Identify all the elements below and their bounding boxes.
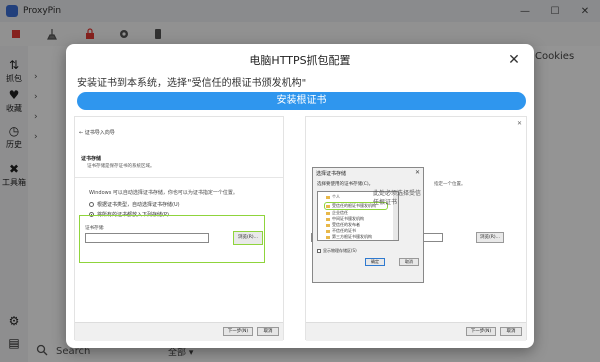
- wizard-screenshot: ← 证书导入向导 证书存储 证书存储是保存证书的系统区域。 Windows 可以…: [74, 116, 284, 341]
- install-root-cert-button[interactable]: 安装根证书: [77, 92, 526, 110]
- ok-button: 确定: [365, 258, 385, 266]
- partial-text: 指定一个位置。: [434, 182, 466, 187]
- wizard-store-subtitle: 证书存储是保存证书的系统区域。: [87, 164, 155, 169]
- wizard-header: ← 证书导入向导: [79, 130, 115, 136]
- close-icon[interactable]: ✕: [506, 52, 522, 68]
- select-store-dialog: 选择证书存储 ✕ 选择要使用的证书存储(C)。 个人 受信任的根证书颁发机构 企…: [312, 167, 424, 283]
- store-note: 此处必须选择受信任根证书: [373, 190, 422, 206]
- tree-item: 第三方根证书颁发机构: [326, 234, 372, 240]
- cert-store-field: [85, 233, 209, 243]
- cancel-button: 取消: [399, 258, 419, 266]
- divider: [75, 177, 283, 178]
- store-dialog-title: 选择证书存储: [316, 171, 347, 177]
- radio-label: 根据证书类型，自动选择证书存储(U): [97, 202, 180, 208]
- close-icon: ✕: [516, 120, 522, 127]
- store-select-screenshot: ✕ 指定一个位置。 浏览(R)... 下一步(N) 取消 选择证书存储 ✕ 选择…: [305, 116, 527, 341]
- close-icon: ✕: [414, 169, 420, 176]
- https-config-dialog: 电脑HTTPS抓包配置 ✕ 安装证书到本系统，选择"受信任的根证书颁发机构" 安…: [66, 44, 534, 348]
- wizard-footer: 下一步(N) 取消: [75, 322, 283, 341]
- browse-button: 浏览(R)...: [233, 231, 263, 245]
- radio-auto-store: 根据证书类型，自动选择证书存储(U): [89, 201, 180, 208]
- wizard-footer: 下一步(N) 取消: [306, 322, 526, 341]
- cert-store-label: 证书存储:: [85, 226, 105, 231]
- store-dialog-subtitle: 选择要使用的证书存储(C)。: [317, 182, 374, 187]
- tree-item: 个人: [326, 194, 340, 200]
- browse-button: 浏览(R)...: [476, 232, 504, 243]
- wizard-instructions: Windows 可以自动选择证书存储，你也可以为证书指定一个位置。: [89, 190, 238, 196]
- next-button: 下一步(N): [223, 327, 253, 336]
- cancel-button: 取消: [500, 327, 522, 336]
- checkbox-label: 显示物理存储区(S): [323, 248, 357, 253]
- cancel-button: 取消: [257, 327, 279, 336]
- next-button: 下一步(N): [466, 327, 496, 336]
- dialog-description: 安装证书到本系统，选择"受信任的根证书颁发机构": [77, 78, 307, 89]
- wizard-store-title: 证书存储: [81, 156, 102, 162]
- dialog-title: 电脑HTTPS抓包配置: [249, 54, 351, 67]
- show-physical-checkbox: 显示物理存储区(S): [317, 248, 357, 254]
